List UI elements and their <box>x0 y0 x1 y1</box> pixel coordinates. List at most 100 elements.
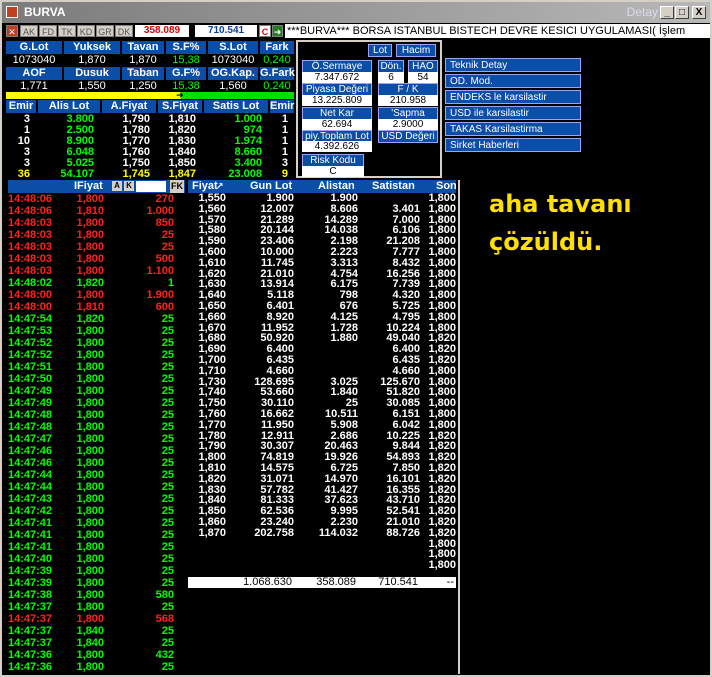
tab-ak[interactable]: AK <box>20 25 38 37</box>
trade-time: 14:47:37 <box>8 625 53 637</box>
trade-row[interactable]: 14:47:52 1,800 25 <box>8 337 185 349</box>
header-slot: S.Lot <box>208 41 258 54</box>
value-glot: 1073040 <box>12 54 56 66</box>
trade-row[interactable]: 14:48:06 1,800 270 <box>8 193 185 205</box>
teknik-detay-button[interactable]: Teknik Detay <box>445 58 581 72</box>
trades-a-button[interactable]: A <box>112 181 122 191</box>
trade-price: 1,800 <box>76 505 104 517</box>
trade-lot: 25 <box>161 421 174 433</box>
trade-lot: 580 <box>155 589 174 601</box>
trade-lot: 25 <box>161 409 174 421</box>
trade-lot: 25 <box>161 373 174 385</box>
trade-row[interactable]: 14:47:43 1,800 25 <box>8 493 185 505</box>
hacim-button[interactable]: Hacim <box>396 44 436 57</box>
trade-row[interactable]: 14:47:36 1,800 25 <box>8 661 185 673</box>
trade-time: 14:47:49 <box>8 397 53 409</box>
trade-time: 14:47:51 <box>8 361 53 373</box>
close-button[interactable]: X <box>692 6 706 19</box>
trade-row[interactable]: 14:47:40 1,800 25 <box>8 553 185 565</box>
trade-row[interactable]: 14:47:49 1,800 25 <box>8 385 185 397</box>
sirket-haberleri-button[interactable]: Sirket Haberleri <box>445 138 581 152</box>
trade-row[interactable]: 14:47:38 1,800 580 <box>8 589 185 601</box>
trade-lot: 25 <box>161 529 174 541</box>
tab-gr[interactable]: GR <box>96 25 114 37</box>
trade-row[interactable]: 14:47:36 1,800 432 <box>8 649 185 661</box>
trade-row[interactable]: 14:47:44 1,800 25 <box>8 481 185 493</box>
endeks-karsilastir-button[interactable]: ENDEKS le karsilastir <box>445 90 581 104</box>
trade-row[interactable]: 14:48:03 1,800 850 <box>8 217 185 229</box>
depth-row[interactable]: 1,800 <box>188 560 458 571</box>
trade-row[interactable]: 14:47:41 1,800 25 <box>8 541 185 553</box>
lot-button[interactable]: Lot <box>368 44 392 57</box>
trade-row[interactable]: 14:47:39 1,800 25 <box>8 577 185 589</box>
trade-row[interactable]: 14:47:53 1,800 25 <box>8 325 185 337</box>
trade-lot: 25 <box>161 505 174 517</box>
arrow-right-icon[interactable]: ➜ <box>272 25 283 37</box>
depth-row[interactable]: 1,800 <box>188 538 458 550</box>
depth-row[interactable]: 1,800 <box>188 549 458 560</box>
trade-row[interactable]: 14:48:03 1,800 500 <box>8 253 185 265</box>
trade-row[interactable]: 14:47:48 1,800 25 <box>8 421 185 433</box>
takas-karsilastirma-button[interactable]: TAKAS Karsilastirma <box>445 122 581 136</box>
ob-cell: 36 <box>17 168 30 180</box>
trades-fk-button[interactable]: FK <box>170 180 184 193</box>
trade-row[interactable]: 14:47:48 1,800 25 <box>8 409 185 421</box>
value-yuksek: 1,870 <box>78 54 106 66</box>
header-sf: S.F% <box>166 41 206 54</box>
trade-time: 14:47:41 <box>8 541 53 553</box>
trade-row[interactable]: 14:47:54 1,820 25 <box>8 313 185 325</box>
trade-row[interactable]: 14:47:47 1,800 25 <box>8 433 185 445</box>
maximize-button[interactable]: □ <box>675 6 689 19</box>
trade-lot: 432 <box>155 649 174 661</box>
trade-time: 14:47:36 <box>8 649 53 661</box>
od-mod-button[interactable]: OD. Mod. <box>445 74 581 88</box>
trade-price: 1,800 <box>76 493 104 505</box>
trade-lot: 25 <box>161 469 174 481</box>
title-bar[interactable]: BURVA Detay _ □ X <box>2 2 710 23</box>
trade-lot: 25 <box>161 457 174 469</box>
trade-row[interactable]: 14:47:51 1,800 25 <box>8 361 185 373</box>
total-son: -- <box>446 576 454 588</box>
trade-price: 1,800 <box>76 361 104 373</box>
tab-fd[interactable]: FD <box>39 25 57 37</box>
trade-row[interactable]: 14:48:03 1,800 25 <box>8 229 185 241</box>
trade-row[interactable]: 14:47:46 1,800 25 <box>8 445 185 457</box>
trade-row[interactable]: 14:47:37 1,840 25 <box>8 637 185 649</box>
depth-row[interactable]: 1,870 202.758 114.032 88.726 1,820 <box>188 527 458 539</box>
trades-k-button[interactable]: K <box>124 181 134 191</box>
trade-row[interactable]: 14:47:49 1,800 25 <box>8 397 185 409</box>
ob-header-emir2: Emir <box>270 100 295 113</box>
trade-row[interactable]: 14:47:46 1,800 25 <box>8 457 185 469</box>
trade-row[interactable]: 14:48:03 1,800 1.100 <box>8 265 185 277</box>
trade-row[interactable]: 14:48:06 1,810 1.000 <box>8 205 185 217</box>
trade-row[interactable]: 14:48:00 1,810 600 <box>8 301 185 313</box>
trade-row[interactable]: 14:47:37 1,800 25 <box>8 601 185 613</box>
trade-row[interactable]: 14:47:42 1,800 25 <box>8 505 185 517</box>
c-button[interactable]: C <box>259 25 271 37</box>
trade-lot: 25 <box>161 577 174 589</box>
trade-row[interactable]: 14:47:37 1,800 568 <box>8 613 185 625</box>
trade-lot: 25 <box>161 229 174 241</box>
trade-row[interactable]: 14:47:41 1,800 25 <box>8 517 185 529</box>
trade-row[interactable]: 14:47:41 1,800 25 <box>8 529 185 541</box>
usd-degeri-button[interactable]: USD Değeri <box>378 130 438 143</box>
tab-tk[interactable]: TK <box>58 25 76 37</box>
trade-row[interactable]: 14:47:39 1,800 25 <box>8 565 185 577</box>
tab-kd[interactable]: KD <box>77 25 95 37</box>
close-x-icon[interactable]: ✕ <box>6 25 18 37</box>
trade-row[interactable]: 14:48:03 1,800 25 <box>8 241 185 253</box>
ob-header-sfiyat: S.Fiyat <box>158 100 202 113</box>
trade-row[interactable]: 14:48:02 1,820 1 <box>8 277 185 289</box>
trade-row[interactable]: 14:47:37 1,840 25 <box>8 625 185 637</box>
minimize-button[interactable]: _ <box>660 6 674 19</box>
trades-filter-field[interactable] <box>136 181 166 192</box>
trade-row[interactable]: 14:47:52 1,800 25 <box>8 349 185 361</box>
usd-karsilastir-button[interactable]: USD ile karsilastir <box>445 106 581 120</box>
trade-row[interactable]: 14:48:00 1,800 1.900 <box>8 289 185 301</box>
trade-price: 1,800 <box>76 469 104 481</box>
trade-time: 14:47:46 <box>8 445 53 457</box>
trade-time: 14:47:37 <box>8 637 53 649</box>
tab-dk[interactable]: DK <box>115 25 133 37</box>
trade-row[interactable]: 14:47:44 1,800 25 <box>8 469 185 481</box>
trade-row[interactable]: 14:47:50 1,800 25 <box>8 373 185 385</box>
